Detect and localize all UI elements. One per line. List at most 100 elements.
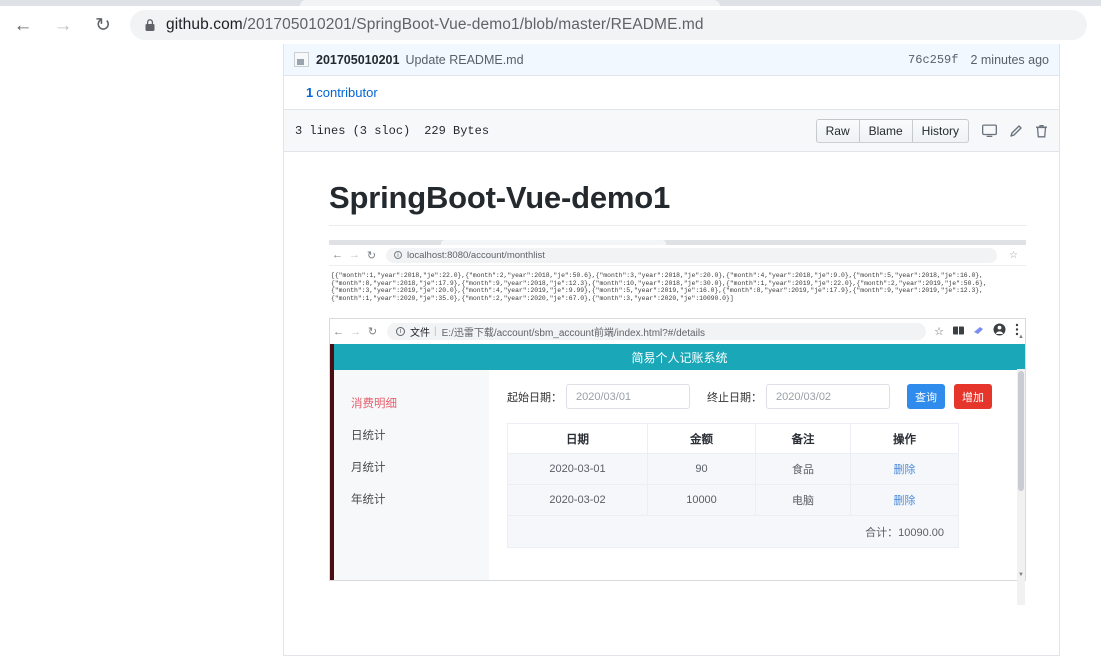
embedded1-toolbar: ← → ↻ i localhost:8080/account/monthlist… [329,245,1026,266]
app-body: 消费明细 日统计 月统计 年统计 起始日期： 2020/03/01 终止日期： … [334,370,1025,581]
address-bar[interactable]: github.com/201705010201/SpringBoot-Vue-d… [130,10,1087,40]
expense-table: 日期 金额 备注 操作 2020-03-01 90 食品 删除 2020-03-… [507,423,959,549]
app-scrollbar[interactable] [1017,369,1025,606]
column-header-action: 操作 [850,423,959,455]
end-date-label: 终止日期： [707,391,762,404]
embedded1-address-bar: i localhost:8080/account/monthlist [386,247,998,263]
contributor-label: contributor [316,85,378,100]
star-icon: ☆ [934,326,944,339]
embedded2-back-arrow-icon: ← [333,325,344,338]
cell-amount: 10000 [647,484,756,517]
commit-sha[interactable]: 76c259f [908,53,958,67]
embedded2-address-bar: i 文件 | E:/迅雷下载/account/sbm_account前端/ind… [387,323,927,341]
column-header-note: 备注 [755,423,851,455]
github-page: 201705010201 Update README.md 76c259f 2 … [0,44,1101,656]
blob-button-group: Raw Blame History [815,118,969,143]
delete-link[interactable]: 删除 [850,453,959,486]
embedded1-url: localhost:8080/account/monthlist [407,249,545,261]
file-card: 201705010201 Update README.md 76c259f 2 … [283,44,1060,656]
app-left-edge [330,344,334,581]
lock-icon [144,18,156,32]
commit-time: 2 minutes ago [970,52,1049,67]
forward-arrow-icon[interactable]: → [46,8,80,42]
url-path: /201705010201/SpringBoot-Vue-demo1/blob/… [242,16,704,33]
query-button[interactable]: 查询 [907,384,945,410]
app-window: 简易个人记账系统 消费明细 日统计 月统计 年统计 起始日期： 2020/03/… [330,334,1025,606]
info-icon: i [394,251,402,259]
json-line: [{"month":1,"year":2018,"je":22.0},{"mon… [331,272,983,279]
sidebar-item-monthly-stats[interactable]: 月统计 [334,451,489,483]
end-date-input[interactable]: 2020/03/02 [766,384,890,410]
delete-link[interactable]: 删除 [850,484,959,517]
embedded1-back-arrow-icon: ← [332,249,343,261]
commit-author[interactable]: 201705010201 [316,53,399,67]
scroll-up-arrow-icon[interactable]: ▲ [1018,334,1024,340]
latest-commit-row: 201705010201 Update README.md 76c259f 2 … [284,44,1059,76]
history-button[interactable]: History [912,118,969,143]
embedded-screenshot-json: ← → ↻ i localhost:8080/account/monthlist… [329,240,1026,311]
cell-note: 电脑 [755,484,851,517]
embedded2-reload-icon: ↻ [367,326,378,339]
pencil-icon[interactable] [1009,124,1023,138]
embedded1-forward-arrow-icon: → [349,249,360,261]
app-title: 简易个人记账系统 [631,350,728,365]
sidebar-item-daily-stats[interactable]: 日统计 [334,419,489,451]
blob-meta: 3 lines (3 sloc) 229 Bytes [295,124,489,138]
contributor-count: 1 [306,85,314,100]
url-separator: | [434,326,437,338]
json-line: {"month":3,"year":2019,"je":20.0},{"mont… [331,287,983,295]
json-line: {"month":1,"year":2020,"je":35.0},{"mont… [331,294,734,302]
add-button[interactable]: 增加 [954,384,992,410]
blame-button[interactable]: Blame [859,118,913,143]
trash-icon[interactable] [1035,124,1048,138]
table-total-row: 合计：10090.00 [507,515,959,548]
start-date-input[interactable]: 2020/03/01 [566,384,690,410]
table-row: 2020-03-01 90 食品 删除 [507,453,959,486]
raw-button[interactable]: Raw [815,118,860,143]
cell-date: 2020-03-02 [507,484,648,517]
start-date-label: 起始日期： [507,391,562,404]
embedded1-tab-strip [329,240,1026,245]
scroll-down-arrow-icon[interactable]: ▼ [1018,572,1024,578]
reload-icon[interactable]: ↻ [86,8,120,42]
scrollbar-thumb[interactable] [1018,371,1024,492]
embedded2-toolbar: ← → ↻ i 文件 | E:/迅雷下载/account/sbm_account… [330,319,1025,345]
contributors-row[interactable]: 1 contributor [284,76,1059,110]
extension-icon [953,323,964,341]
table-row: 2020-03-02 10000 电脑 删除 [507,484,959,517]
file-scheme-label: 文件 [410,328,430,340]
app-main-content: 起始日期： 2020/03/01 终止日期： 2020/03/02 查询 增加 [489,370,1025,581]
json-response-text: [{"month":1,"year":2018,"je":22.0},{"mon… [329,266,1026,311]
filter-bar: 起始日期： 2020/03/01 终止日期： 2020/03/02 查询 增加 [507,384,1009,410]
commit-meta: 76c259f 2 minutes ago [908,53,1049,67]
star-icon: ☆ [1009,249,1018,261]
cell-amount: 90 [647,453,756,486]
sidebar-item-expense-detail[interactable]: 消费明细 [334,387,489,419]
embedded2-forward-arrow-icon: → [350,325,361,338]
total-amount: 合计：10090.00 [507,515,959,548]
column-header-date: 日期 [507,423,648,455]
readme-content: SpringBoot-Vue-demo1 ← → ↻ i localhost:8… [284,152,1059,606]
back-arrow-icon[interactable]: ← [6,8,40,42]
desktop-icon[interactable] [982,123,997,138]
embedded2-icon-group: ☆ [934,323,1021,341]
blob-toolbar: 3 lines (3 sloc) 229 Bytes Raw Blame Hist… [284,110,1059,152]
commit-message[interactable]: Update README.md [405,53,523,67]
table-header-row: 日期 金额 备注 操作 [507,423,959,455]
page-title: SpringBoot-Vue-demo1 [329,180,1027,226]
info-icon: i [396,327,405,337]
embedded1-reload-icon: ↻ [366,249,377,262]
url-host: github.com [166,16,243,33]
blob-lines: 3 lines (3 sloc) [295,123,411,138]
sidebar-item-yearly-stats[interactable]: 年统计 [334,483,489,515]
cell-date: 2020-03-01 [507,453,648,486]
profile-avatar-icon [993,323,1006,341]
embedded-screenshot-app: ← → ↻ i 文件 | E:/迅雷下载/account/sbm_account… [329,318,1026,606]
embedded2-url-path: E:/迅雷下载/account/sbm_account前端/index.html… [441,328,706,340]
app-title-bar: 简易个人记账系统 [334,344,1025,371]
bird-extension-icon [973,323,984,341]
browser-toolbar: ← → ↻ github.com/201705010201/SpringBoot… [0,6,1101,44]
app-sidebar: 消费明细 日统计 月统计 年统计 [334,370,489,581]
blob-icon-group [982,123,1048,138]
avatar [294,52,309,67]
